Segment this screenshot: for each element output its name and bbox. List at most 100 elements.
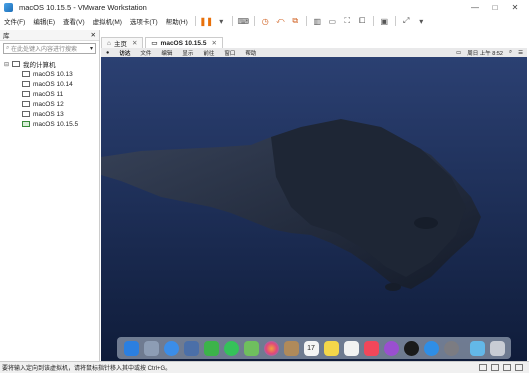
guest-menubar: ● 访达 文件 编辑 显示 前往 窗口 帮助 ▭ 周日 上午 8:52 ⌕ ☰ <box>101 48 527 57</box>
trash-icon[interactable] <box>489 340 505 356</box>
menu-view[interactable]: 查看(V) <box>59 16 89 26</box>
toolbar-divider <box>372 16 374 26</box>
calendar-icon[interactable]: 17 <box>303 340 319 356</box>
safari-icon[interactable] <box>163 340 179 356</box>
vmware-logo-icon <box>4 2 13 12</box>
status-bar: 要将输入定向到该虚拟机，请将鼠标指针移入其中或按 Ctrl+G。 <box>0 361 529 373</box>
device-status-icons <box>475 364 529 371</box>
menu-file[interactable]: 文件(F) <box>0 16 29 26</box>
notes-icon[interactable] <box>323 340 339 356</box>
library-view-icon[interactable]: ▥ <box>312 16 323 27</box>
usb-icon[interactable] <box>503 364 511 371</box>
close-tab-icon[interactable]: ✕ <box>211 39 216 47</box>
home-icon: ⌂ <box>107 39 111 47</box>
preview-icon[interactable] <box>183 340 199 356</box>
podcasts-icon[interactable] <box>383 340 399 356</box>
tree-item-label: macOS 12 <box>33 100 64 108</box>
reminders-icon[interactable] <box>343 340 359 356</box>
launchpad-icon[interactable] <box>143 340 159 356</box>
maximize-button[interactable]: □ <box>485 0 505 14</box>
display-icon[interactable]: ▭ <box>456 50 461 56</box>
menu-edit[interactable]: 编辑(E) <box>29 16 59 26</box>
tab-home[interactable]: ⌂ 主页 ✕ <box>101 37 144 48</box>
fullscreen-icon[interactable]: ⛶ <box>342 16 353 27</box>
vm-icon <box>22 81 30 87</box>
tree-item-vm[interactable]: macOS 13 <box>4 109 99 119</box>
sound-icon[interactable] <box>515 364 523 371</box>
tree-item-vm[interactable]: macOS 10.14 <box>4 79 99 89</box>
tree-item-label: macOS 10.13 <box>33 70 73 78</box>
close-library-icon[interactable]: ✕ <box>91 31 96 39</box>
stretch-guest-icon[interactable]: ⤢ <box>401 16 412 27</box>
close-tab-icon[interactable]: ✕ <box>132 39 137 47</box>
menu-tabs[interactable]: 选项卡(T) <box>126 16 162 26</box>
menu-bar: 文件(F) 编辑(E) 查看(V) 虚拟机(M) 选项卡(T) 帮助(H) ❚❚… <box>0 14 529 28</box>
tab-label: 主页 <box>113 41 127 48</box>
send-ctrl-alt-del-icon[interactable]: ⌨ <box>237 16 249 27</box>
unity-icon[interactable]: ⧠ <box>357 16 368 27</box>
tree-item-vm[interactable]: macOS 10.13 <box>4 69 99 79</box>
guest-menu-finder[interactable]: 访达 <box>114 49 135 57</box>
dropdown-icon[interactable]: ▾ <box>416 16 427 27</box>
suspend-icon[interactable]: ❚❚ <box>200 16 213 27</box>
app-store-icon[interactable] <box>423 340 439 356</box>
toolbar-divider <box>305 16 307 26</box>
guest-menu-file[interactable]: 文件 <box>135 49 156 57</box>
tab-vm[interactable]: ▭ macOS 10.15.5 ✕ <box>145 37 223 48</box>
vm-tree: ⊟ 我的计算机 macOS 10.13 macOS 10.14 macOS 11… <box>0 56 99 129</box>
menu-help[interactable]: 帮助(H) <box>162 16 192 26</box>
music-icon[interactable] <box>363 340 379 356</box>
guest-menu-help[interactable]: 帮助 <box>240 49 261 57</box>
toolbar-divider <box>231 16 233 26</box>
snapshot-manager-icon[interactable]: ⧉ <box>290 16 301 27</box>
console-view-icon[interactable]: ▣ <box>379 16 390 27</box>
finder-icon[interactable] <box>123 340 139 356</box>
toolbar-divider <box>394 16 396 26</box>
tree-item-vm[interactable]: macOS 12 <box>4 99 99 109</box>
minimize-button[interactable]: — <box>465 0 485 14</box>
network-icon[interactable] <box>491 364 499 371</box>
window-title: macOS 10.15.5 - VMware Workstation <box>19 2 147 12</box>
downloads-icon[interactable] <box>469 340 485 356</box>
guest-desktop[interactable]: 17 <box>101 57 527 361</box>
status-text: 要将输入定向到该虚拟机，请将鼠标指针移入其中或按 Ctrl+G。 <box>2 366 172 372</box>
library-panel: 库 ✕ ⌕ 在此处键入内容进行搜索 ▾ ⊟ 我的计算机 macOS 10.13 … <box>0 30 100 361</box>
guest-menu-go[interactable]: 前往 <box>198 49 219 57</box>
tree-root-label: 我的计算机 <box>23 62 56 69</box>
guest-menu-view[interactable]: 显示 <box>177 49 198 57</box>
tv-icon[interactable] <box>403 340 419 356</box>
search-dropdown-icon[interactable]: ▾ <box>90 45 93 52</box>
tree-item-vm[interactable]: macOS 11 <box>4 89 99 99</box>
toolbar-divider <box>253 16 255 26</box>
hard-disk-icon[interactable] <box>479 364 487 371</box>
library-search-input[interactable]: ⌕ 在此处键入内容进行搜索 ▾ <box>3 43 96 54</box>
guest-menu-window[interactable]: 窗口 <box>219 49 240 57</box>
dropdown-icon[interactable]: ▾ <box>216 16 227 27</box>
tree-item-label: macOS 11 <box>33 90 64 98</box>
tree-root-my-computer[interactable]: ⊟ 我的计算机 <box>4 59 99 69</box>
vm-icon <box>22 111 30 117</box>
toolbar-divider <box>194 16 196 26</box>
messages-icon[interactable] <box>223 340 239 356</box>
collapse-icon[interactable]: ⊟ <box>4 61 9 68</box>
photos-icon[interactable] <box>263 340 279 356</box>
menu-vm[interactable]: 虚拟机(M) <box>89 16 126 26</box>
system-preferences-icon[interactable] <box>443 340 459 356</box>
thumbnail-view-icon[interactable]: ▭ <box>327 16 338 27</box>
facetime-icon[interactable] <box>203 340 219 356</box>
guest-menu-edit[interactable]: 编辑 <box>156 49 177 57</box>
guest-clock[interactable]: 周日 上午 8:52 <box>467 49 503 57</box>
revert-snapshot-icon[interactable]: ⤺ <box>275 16 286 27</box>
close-button[interactable]: ✕ <box>505 0 525 14</box>
tab-bar: ⌂ 主页 ✕ ▭ macOS 10.15.5 ✕ <box>101 36 529 48</box>
maps-icon[interactable] <box>243 340 259 356</box>
catalina-wallpaper <box>101 57 527 361</box>
vm-icon <box>22 91 30 97</box>
snapshot-icon[interactable]: ◷ <box>260 16 271 27</box>
tree-item-vm-running[interactable]: macOS 10.15.5 <box>4 119 99 129</box>
notification-center-icon[interactable]: ☰ <box>518 50 523 56</box>
spotlight-icon[interactable]: ⌕ <box>509 49 512 56</box>
tree-item-label: macOS 10.15.5 <box>33 120 79 128</box>
apple-icon[interactable]: ● <box>101 50 114 56</box>
contacts-icon[interactable] <box>283 340 299 356</box>
